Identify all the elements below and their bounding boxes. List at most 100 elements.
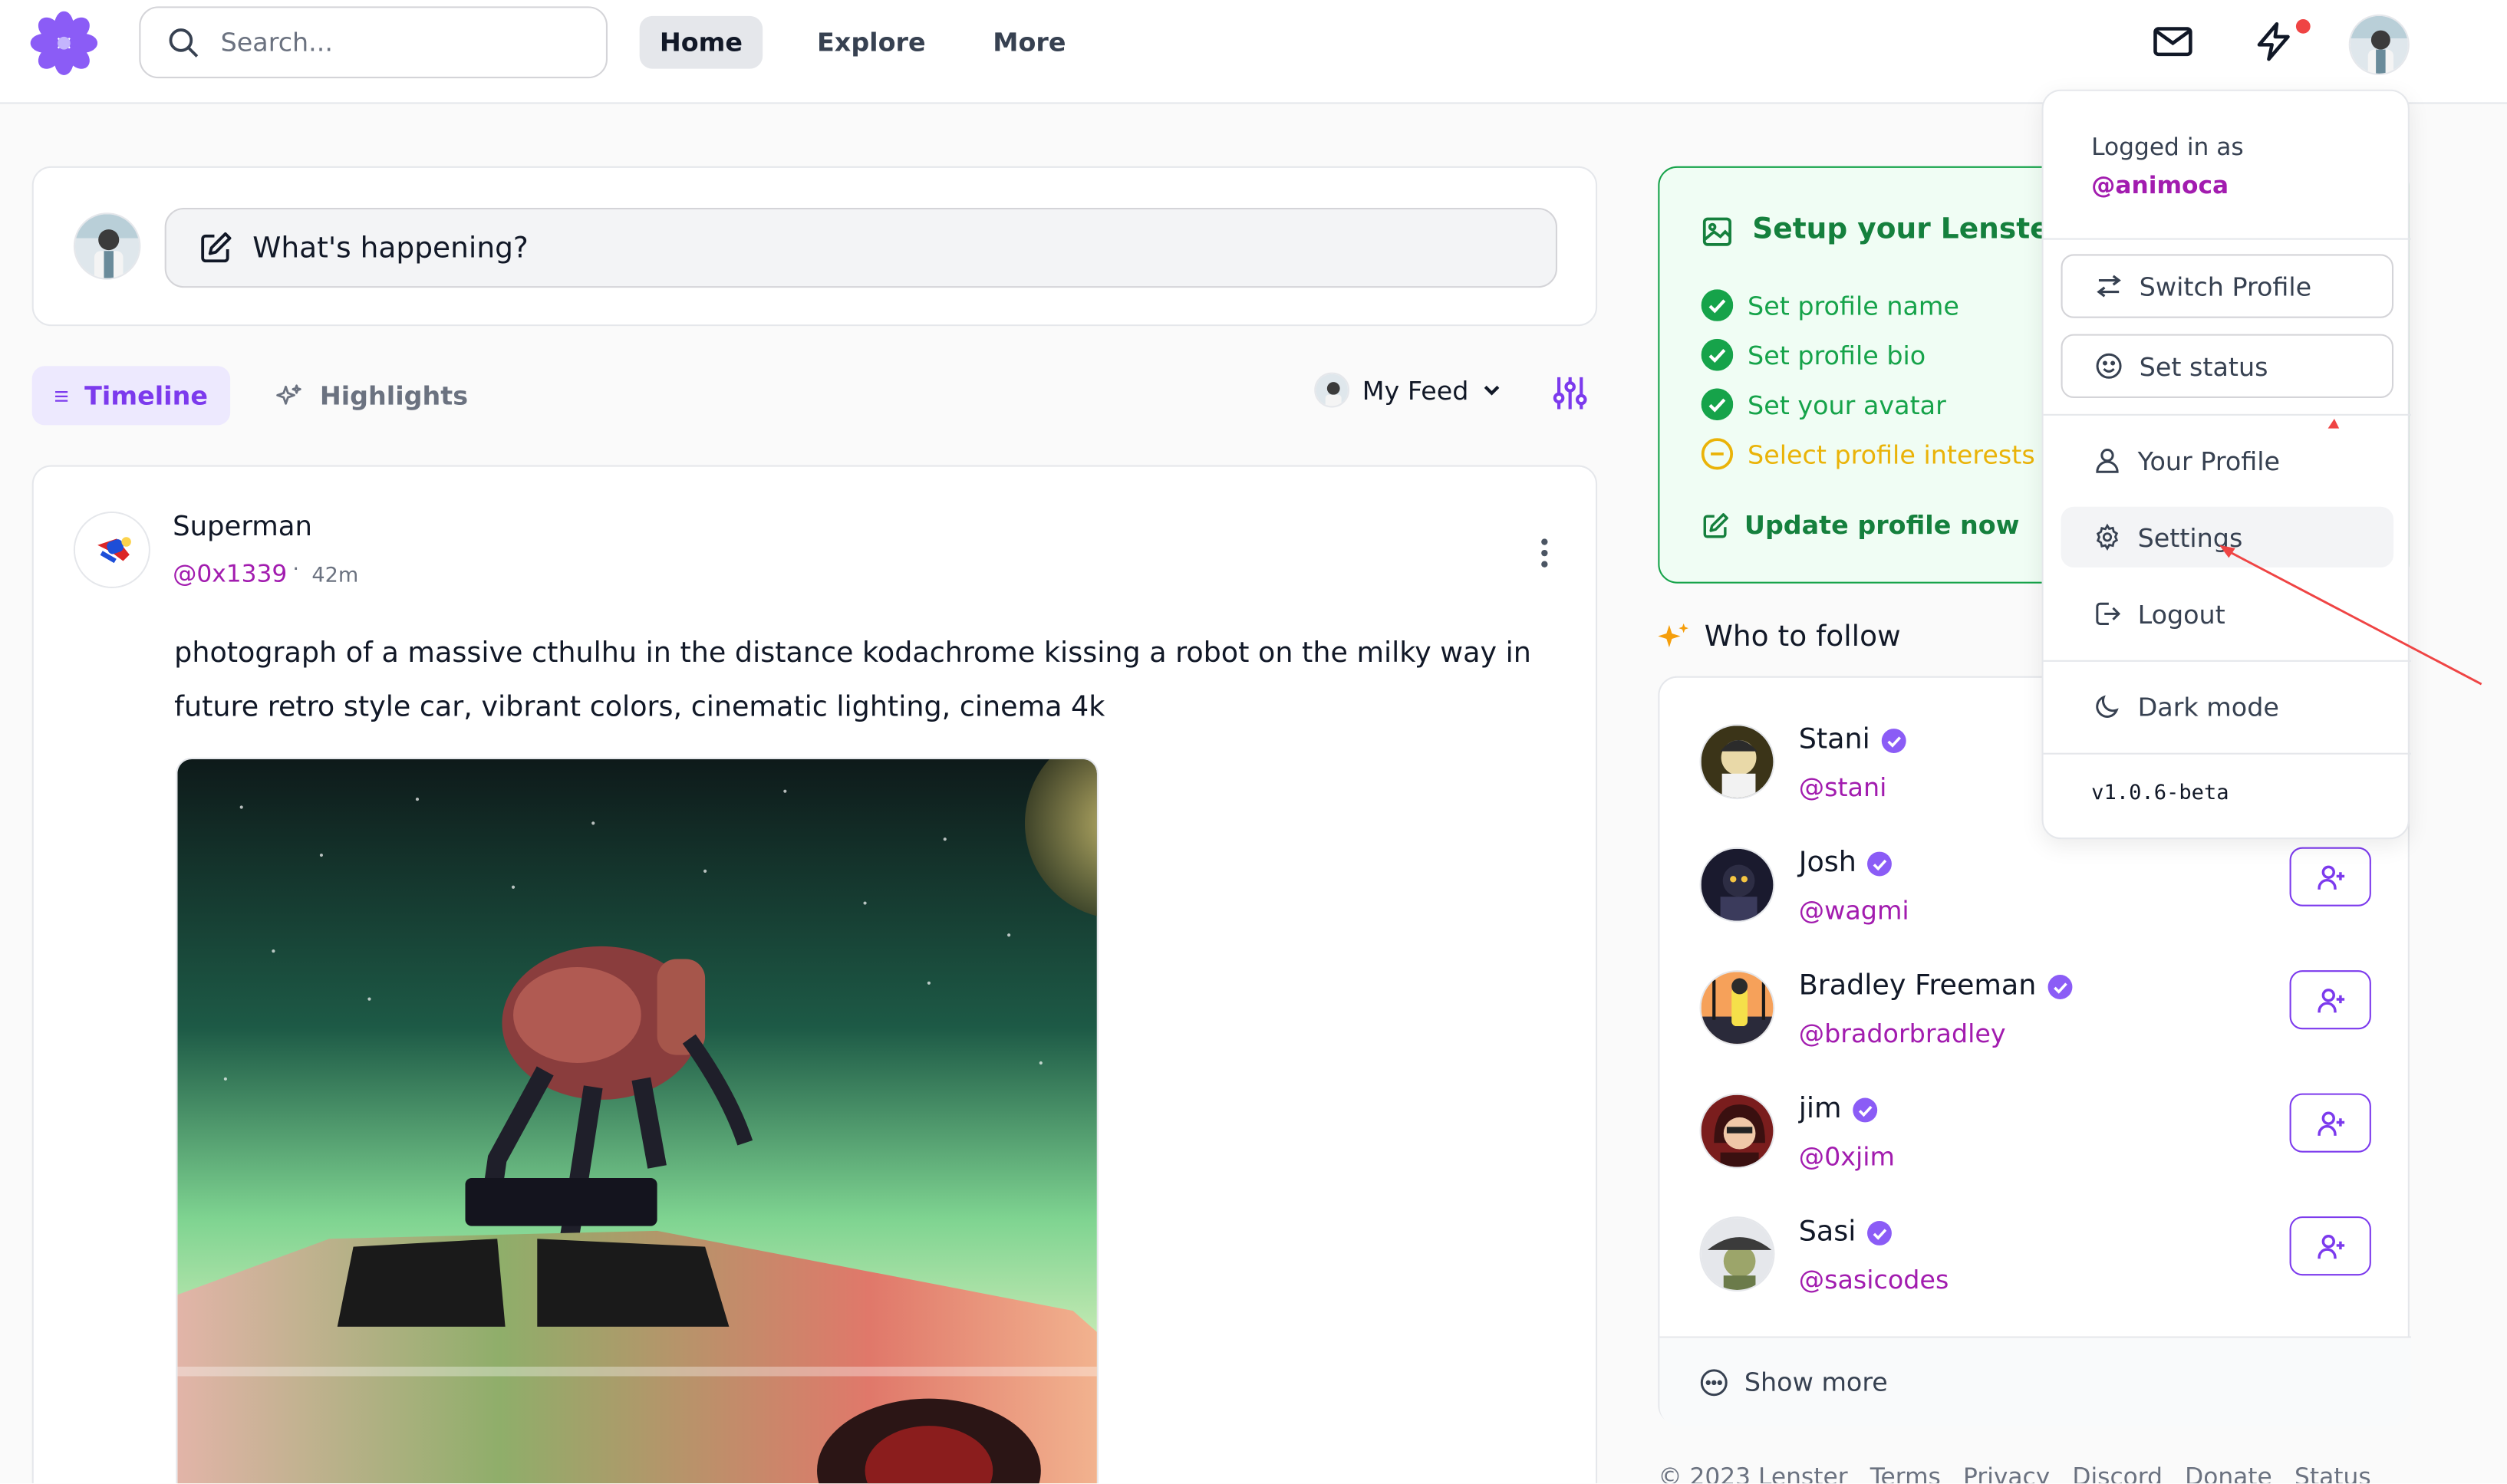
logout-icon — [2096, 602, 2121, 625]
logout-item[interactable]: Logout — [2061, 584, 2394, 644]
footer-link-donate[interactable]: Donate — [2185, 1463, 2272, 1483]
follow-name[interactable]: Bradley Freeman — [1799, 970, 2074, 1002]
post-author-name[interactable]: Superman — [173, 512, 312, 544]
tab-timeline-label: Timeline — [84, 380, 208, 411]
feed-avatar — [1314, 372, 1350, 408]
user-plus-icon — [2317, 1234, 2344, 1259]
profile-dropdown-menu: Logged in as @animoca Switch Profile Set… — [2041, 89, 2411, 840]
search-icon — [169, 28, 199, 57]
tab-highlights-label: Highlights — [319, 380, 469, 411]
nav-more[interactable]: More — [977, 16, 1082, 69]
post-timestamp[interactable]: 42m — [311, 564, 358, 588]
dark-mode-toggle[interactable]: Dark mode — [2061, 676, 2394, 737]
show-more-button[interactable]: Show more — [1659, 1336, 2411, 1426]
lightning-icon[interactable] — [2252, 19, 2296, 64]
follow-row[interactable]: Bradley Freeman @bradorbradley — [1659, 970, 2411, 1082]
adjustments-icon[interactable] — [1550, 373, 1591, 414]
menu-divider — [2043, 413, 2411, 416]
post-image[interactable] — [176, 757, 1099, 1484]
settings-label: Settings — [2137, 522, 2243, 553]
post-author-avatar[interactable] — [73, 511, 150, 588]
search-box[interactable] — [139, 6, 608, 79]
set-status-button[interactable]: Set status — [2061, 334, 2394, 398]
setup-item-bio[interactable]: Set profile bio — [1701, 338, 1926, 371]
feed-selector[interactable]: My Feed — [1314, 372, 1501, 408]
your-profile-item[interactable]: Your Profile — [2061, 430, 2394, 491]
follow-avatar[interactable] — [1699, 1216, 1775, 1292]
show-more-label: Show more — [1744, 1366, 1888, 1397]
follow-button[interactable] — [2289, 847, 2371, 907]
settings-item[interactable]: Settings — [2061, 506, 2394, 568]
footer-links: © 2023 Lenster Terms Privacy Discord Don… — [1658, 1463, 2370, 1483]
setup-item-label: Set profile name — [1748, 290, 1959, 321]
post-separator: · — [292, 558, 300, 582]
nav-home[interactable]: Home — [639, 15, 763, 69]
app-version: v1.0.6-beta — [2091, 781, 2229, 806]
footer-link-discord[interactable]: Discord — [2072, 1463, 2163, 1483]
setup-item-label: Set your avatar — [1748, 389, 1946, 420]
tab-highlights[interactable]: Highlights — [252, 366, 490, 425]
more-vertical-icon[interactable] — [1528, 534, 1560, 572]
follow-avatar[interactable] — [1699, 970, 1775, 1046]
check-circle-icon — [1701, 289, 1734, 321]
composer-avatar — [73, 212, 141, 280]
profile-avatar-button[interactable] — [2348, 14, 2410, 75]
verified-badge-icon — [2047, 974, 2072, 999]
chevron-down-icon — [1483, 385, 1499, 396]
smiley-icon — [2096, 353, 2122, 379]
footer-link-privacy[interactable]: Privacy — [1963, 1463, 2050, 1483]
dark-mode-label: Dark mode — [2137, 691, 2279, 722]
follow-handle[interactable]: @0xjim — [1799, 1141, 1895, 1172]
photo-icon — [1702, 217, 1731, 246]
follow-row[interactable]: jim @0xjim — [1659, 1093, 2411, 1206]
follow-name[interactable]: Sasi — [1799, 1216, 1893, 1249]
sparkles-icon — [276, 383, 301, 404]
switch-profile-button[interactable]: Switch Profile — [2061, 254, 2394, 318]
footer-link-terms[interactable]: Terms — [1870, 1463, 1941, 1483]
setup-item-interests[interactable]: Select profile interests — [1701, 438, 2035, 470]
follow-handle[interactable]: @wagmi — [1799, 895, 1909, 926]
follow-button[interactable] — [2289, 1093, 2371, 1153]
follow-name[interactable]: jim — [1799, 1094, 1879, 1125]
post-card[interactable]: Superman @0x1339 · 42m photograph of a m… — [31, 465, 1598, 1484]
follow-handle[interactable]: @bradorbradley — [1799, 1018, 2006, 1049]
footer-link-status[interactable]: Status — [2295, 1463, 2371, 1483]
follow-button[interactable] — [2289, 1216, 2371, 1276]
footer-copyright: © 2023 Lenster — [1658, 1463, 1848, 1484]
minus-circle-icon — [1701, 438, 1734, 470]
composer-input[interactable]: What's happening? — [164, 207, 1558, 288]
post-author-handle[interactable]: @0x1339 — [173, 559, 287, 588]
setup-item-label: Select profile interests — [1748, 439, 2035, 469]
follow-handle[interactable]: @stani — [1799, 772, 1887, 803]
search-input[interactable] — [220, 27, 573, 58]
follow-avatar[interactable] — [1699, 724, 1775, 800]
follow-avatar[interactable] — [1699, 847, 1775, 923]
follow-row[interactable]: Josh @wagmi — [1659, 847, 2411, 959]
follow-handle[interactable]: @sasicodes — [1799, 1265, 1949, 1295]
notification-dot — [2295, 19, 2311, 34]
menu-divider — [2043, 238, 2411, 240]
your-profile-label: Your Profile — [2137, 445, 2281, 476]
switch-profile-label: Switch Profile — [2139, 271, 2312, 301]
follow-name[interactable]: Stani — [1799, 724, 1907, 756]
update-profile-label: Update profile now — [1744, 509, 2020, 541]
setup-item-name[interactable]: Set profile name — [1701, 289, 1959, 321]
nav-explore[interactable]: Explore — [801, 16, 941, 69]
tab-timeline[interactable]: Timeline — [31, 366, 231, 426]
follow-avatar[interactable] — [1699, 1093, 1775, 1169]
verified-badge-icon — [1852, 1097, 1877, 1122]
follow-row[interactable]: Sasi @sasicodes — [1659, 1216, 2411, 1328]
follow-button[interactable] — [2289, 970, 2371, 1030]
verified-badge-icon — [1867, 851, 1893, 876]
moon-icon — [2096, 695, 2119, 718]
pencil-square-icon — [1703, 512, 1728, 538]
flower-logo-icon[interactable] — [30, 11, 98, 75]
top-navbar: Home Explore More — [0, 0, 2507, 104]
pencil-square-icon — [201, 232, 232, 263]
user-plus-icon — [2317, 1111, 2344, 1135]
follow-name[interactable]: Josh — [1799, 847, 1893, 879]
user-plus-icon — [2317, 988, 2344, 1012]
mail-icon[interactable] — [2150, 19, 2195, 64]
update-profile-link[interactable]: Update profile now — [1702, 509, 2020, 541]
setup-item-avatar[interactable]: Set your avatar — [1701, 388, 1946, 421]
